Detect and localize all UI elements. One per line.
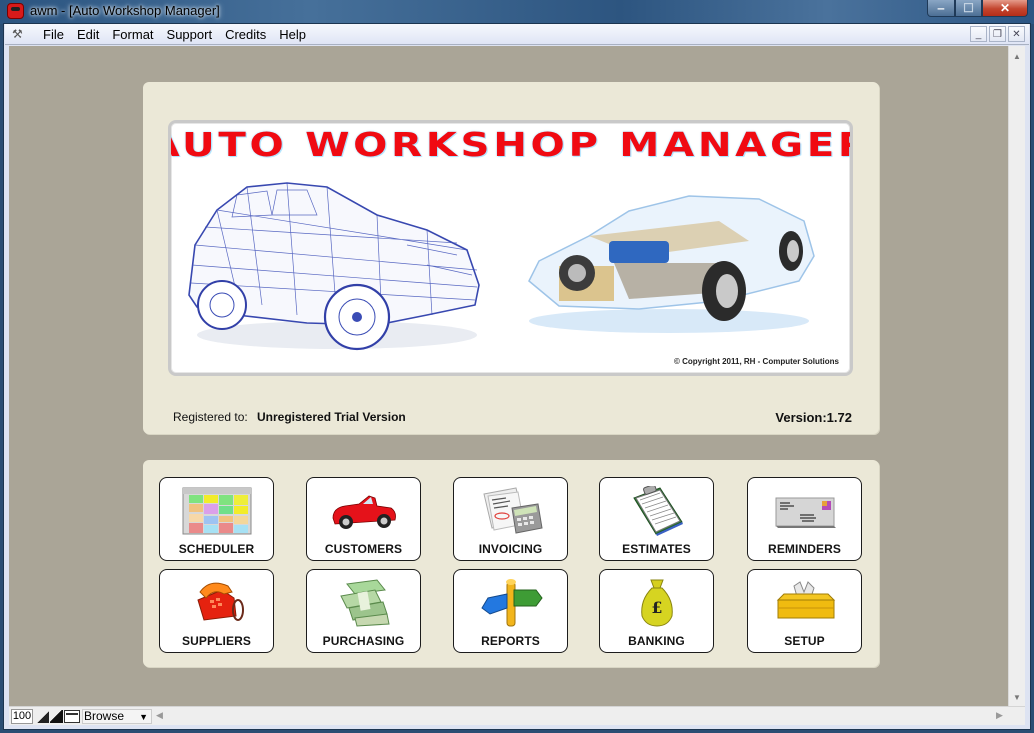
banner-title: AUTO WORKSHOP MANAGER: [168, 125, 853, 164]
signpost-icon: [480, 579, 543, 627]
registered-to-label: Registered to:: [173, 410, 248, 424]
purchasing-label: PURCHASING: [322, 634, 405, 648]
reminders-label: REMINDERS: [768, 542, 841, 556]
menu-bar: ⚒ File Edit Format Support Credits Help …: [5, 24, 1029, 45]
setup-label: SETUP: [784, 634, 825, 648]
svg-text:£: £: [651, 598, 662, 617]
money-bag-icon: £: [640, 579, 673, 627]
vertical-scrollbar[interactable]: ▲ ▼: [1008, 46, 1025, 706]
suppliers-label: SUPPLIERS: [182, 634, 251, 648]
menu-file[interactable]: File: [38, 27, 70, 42]
estimates-label: ESTIMATES: [622, 542, 691, 556]
splash-panel: AUTO WORKSHOP MANAGER © Copyright 2011, …: [143, 82, 879, 434]
purchasing-button[interactable]: PURCHASING: [306, 569, 421, 653]
copyright-text: © Copyright 2011, RH - Computer Solution…: [673, 357, 839, 366]
tools-icon[interactable]: ⚒: [12, 27, 28, 41]
status-bar: 100 Browse ▼ ◀ ▶: [9, 706, 1025, 725]
mode-select[interactable]: Browse ▼: [82, 709, 152, 724]
red-car-icon: [332, 495, 396, 529]
scheduler-label: SCHEDULER: [178, 542, 255, 556]
estimates-button[interactable]: ESTIMATES: [599, 477, 714, 561]
menu-help[interactable]: Help: [274, 27, 312, 42]
window-maximize-button[interactable]: ☐: [955, 0, 982, 17]
window-minimize-button[interactable]: ‒: [927, 0, 955, 17]
window-close-button[interactable]: ✕: [982, 0, 1028, 17]
wireframe-suv-image: [188, 182, 480, 351]
zoom-out-icon[interactable]: [36, 710, 49, 723]
toolbox-icon: [776, 581, 835, 619]
mdi-minimize-button[interactable]: _: [970, 26, 987, 42]
zoom-in-icon[interactable]: [50, 710, 63, 723]
module-button-panel: SCHEDULER CUSTOMERS INVOICING ESTIMATES …: [143, 460, 879, 667]
suppliers-button[interactable]: SUPPLIERS: [159, 569, 274, 653]
app-car-icon[interactable]: [7, 3, 24, 19]
menu-edit[interactable]: Edit: [72, 27, 105, 42]
scroll-right-arrow-icon[interactable]: ▶: [996, 710, 1003, 721]
chevron-down-icon: ▼: [139, 712, 148, 722]
customers-button[interactable]: CUSTOMERS: [306, 477, 421, 561]
money-stack-icon: [339, 579, 390, 627]
clipboard-icon: [632, 486, 683, 536]
invoicing-button[interactable]: INVOICING: [453, 477, 568, 561]
banking-label: BANKING: [628, 634, 685, 648]
registered-to-value: Unregistered Trial Version: [257, 410, 406, 424]
reports-label: REPORTS: [481, 634, 540, 648]
mdi-restore-button[interactable]: ❐: [989, 26, 1006, 42]
reports-button[interactable]: REPORTS: [453, 569, 568, 653]
banner-image: AUTO WORKSHOP MANAGER © Copyright 2011, …: [168, 120, 853, 376]
scroll-up-arrow-icon[interactable]: ▲: [1013, 52, 1021, 61]
envelope-icon: [775, 497, 836, 528]
scroll-down-arrow-icon[interactable]: ▼: [1013, 693, 1021, 702]
title-bar[interactable]: awm - [Auto Workshop Manager] ‒ ☐ ✕: [0, 0, 1034, 24]
invoicing-label: INVOICING: [478, 542, 543, 556]
menu-support[interactable]: Support: [162, 27, 219, 42]
reminders-button[interactable]: REMINDERS: [747, 477, 862, 561]
cutaway-sports-car-image: [528, 195, 815, 333]
mode-select-value: Browse: [84, 709, 125, 723]
invoice-calculator-icon: [482, 487, 543, 534]
app-window: awm - [Auto Workshop Manager] ‒ ☐ ✕ ⚒ Fi…: [0, 0, 1034, 733]
banking-button[interactable]: £ BANKING: [599, 569, 714, 653]
menu-credits[interactable]: Credits: [220, 27, 272, 42]
window-title: awm - [Auto Workshop Manager]: [30, 3, 220, 18]
scroll-left-arrow-icon[interactable]: ◀: [156, 710, 163, 721]
setup-button[interactable]: SETUP: [747, 569, 862, 653]
telephone-icon: [196, 582, 244, 621]
scheduler-icon: [182, 487, 251, 535]
menu-format[interactable]: Format: [107, 27, 159, 42]
version-label: Version:1.72: [775, 410, 852, 425]
status-toolbar-toggle-icon[interactable]: [64, 710, 80, 723]
customers-label: CUSTOMERS: [324, 542, 403, 556]
mdi-close-button[interactable]: ✕: [1008, 26, 1025, 42]
scheduler-button[interactable]: SCHEDULER: [159, 477, 274, 561]
zoom-level[interactable]: 100: [11, 709, 33, 724]
